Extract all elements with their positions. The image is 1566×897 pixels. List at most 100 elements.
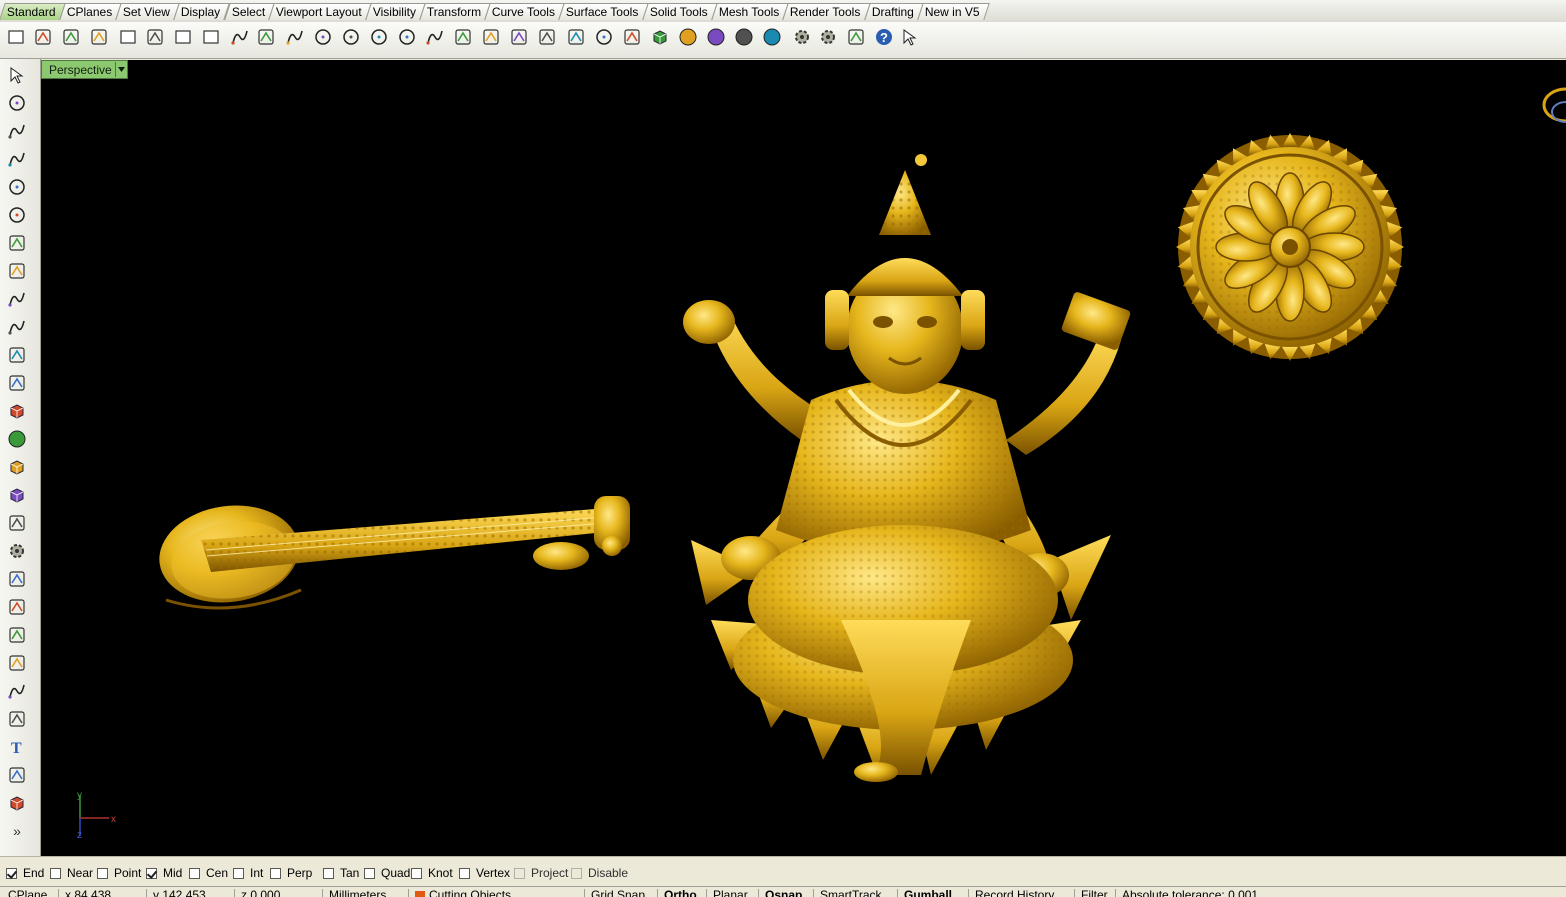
lotus-medallion-model[interactable]: [1176, 133, 1404, 361]
tab-display[interactable]: Display: [173, 3, 231, 20]
osnap-end-checkbox[interactable]: End: [6, 866, 44, 880]
undo-view-icon[interactable]: [423, 25, 447, 49]
paste-icon[interactable]: [199, 25, 223, 49]
spheres-icon[interactable]: [5, 427, 29, 451]
cylinder-icon[interactable]: [5, 455, 29, 479]
block-icon[interactable]: [5, 791, 29, 815]
more-icon[interactable]: »: [5, 819, 29, 843]
help-icon[interactable]: ?: [872, 25, 896, 49]
shaded-sphere-icon[interactable]: [732, 25, 756, 49]
split-icon[interactable]: [5, 595, 29, 619]
select-arrow-icon[interactable]: [5, 63, 29, 87]
tab-select[interactable]: Select: [223, 3, 275, 20]
move-icon[interactable]: [564, 25, 588, 49]
curve-icon[interactable]: [5, 147, 29, 171]
tab-drafting[interactable]: Drafting: [863, 3, 924, 20]
car-icon[interactable]: [479, 25, 503, 49]
rotate-icon[interactable]: [5, 679, 29, 703]
rotate-view-icon[interactable]: [283, 25, 307, 49]
osnap-tan-checkbox[interactable]: Tan: [323, 866, 359, 880]
surface-edit-icon[interactable]: [5, 371, 29, 395]
lock-icon[interactable]: [620, 25, 644, 49]
light-icon[interactable]: [592, 25, 616, 49]
new-file-icon[interactable]: [4, 25, 28, 49]
text-icon[interactable]: T: [5, 735, 29, 759]
save-icon[interactable]: [59, 25, 83, 49]
osnap-quad-checkbox[interactable]: Quad: [364, 866, 410, 880]
tab-new-in-v5[interactable]: New in V5: [916, 3, 990, 20]
tab-solid-tools[interactable]: Solid Tools: [642, 3, 718, 20]
viewport-menu-arrow-icon[interactable]: [115, 62, 127, 77]
osnap-bar: End Near Point Mid Cen Int Perp Tan Quad Knot Vert…: [0, 856, 1566, 887]
wireframe-sphere-icon[interactable]: [704, 25, 728, 49]
chevron-double-right-icon: »: [13, 823, 21, 839]
axis-y-label: y: [77, 790, 82, 801]
transform-icon[interactable]: [5, 511, 29, 535]
options-gear-icon[interactable]: [816, 25, 840, 49]
tab-label: Drafting: [871, 5, 914, 19]
osnap-int-checkbox[interactable]: Int: [233, 866, 263, 880]
arc-icon[interactable]: [5, 287, 29, 311]
tab-visibility[interactable]: Visibility: [365, 3, 426, 20]
tab-render-tools[interactable]: Render Tools: [782, 3, 871, 20]
pan-hand-icon[interactable]: [254, 25, 278, 49]
tab-standard[interactable]: Standard: [0, 3, 66, 20]
ellipse-icon[interactable]: [5, 203, 29, 227]
zoom-icon[interactable]: [311, 25, 335, 49]
boolean-icon[interactable]: [5, 623, 29, 647]
group-icon[interactable]: [5, 651, 29, 675]
rendered-sphere-icon[interactable]: [760, 25, 784, 49]
cut-icon[interactable]: [143, 25, 167, 49]
zoom-extents-icon[interactable]: [367, 25, 391, 49]
polyline-icon[interactable]: [5, 119, 29, 143]
box-solid-icon[interactable]: [5, 399, 29, 423]
point-icon[interactable]: [5, 91, 29, 115]
tab-set-view[interactable]: Set View: [115, 3, 180, 20]
snap-icon[interactable]: [844, 25, 868, 49]
trim-icon[interactable]: [5, 567, 29, 591]
open-file-icon[interactable]: [31, 25, 55, 49]
layer-icon[interactable]: [648, 25, 672, 49]
tab-mesh-tools[interactable]: Mesh Tools: [710, 3, 789, 20]
copy-icon[interactable]: [171, 25, 195, 49]
explode-icon[interactable]: [5, 539, 29, 563]
cursor-help-icon[interactable]: [898, 25, 922, 49]
osnap-knot-checkbox[interactable]: Knot: [411, 866, 453, 880]
osnap-vertex-checkbox[interactable]: Vertex: [459, 866, 510, 880]
offscreen-ring-model[interactable]: [1542, 87, 1566, 123]
tab-transform[interactable]: Transform: [419, 3, 491, 20]
viewport-title-tab[interactable]: Perspective: [41, 60, 128, 79]
surface-icon[interactable]: [5, 343, 29, 367]
zoom-selected-icon[interactable]: [395, 25, 419, 49]
cplane-icon[interactable]: [535, 25, 559, 49]
camera-icon[interactable]: [507, 25, 531, 49]
rectangle-icon[interactable]: [5, 259, 29, 283]
zoom-window-icon[interactable]: [339, 25, 363, 49]
array-icon[interactable]: [5, 707, 29, 731]
tools-icon[interactable]: [790, 25, 814, 49]
osnap-label: Mid: [163, 866, 183, 880]
four-viewports-icon[interactable]: [451, 25, 475, 49]
fillet-curve-icon[interactable]: [5, 315, 29, 339]
osnap-point-checkbox[interactable]: Point: [97, 866, 141, 880]
circle-icon[interactable]: [5, 175, 29, 199]
perspective-viewport[interactable]: y x z Perspective: [41, 60, 1566, 856]
osnap-near-checkbox[interactable]: Near: [50, 866, 93, 880]
svg-text:T: T: [11, 740, 22, 757]
mesh-icon[interactable]: [5, 483, 29, 507]
undo-icon[interactable]: [228, 25, 252, 49]
polygon-icon[interactable]: [5, 231, 29, 255]
dimension-icon[interactable]: [5, 763, 29, 787]
tab-viewport-layout[interactable]: Viewport Layout: [268, 3, 372, 20]
veena-model[interactable]: [153, 496, 630, 611]
color-wheel-icon[interactable]: [676, 25, 700, 49]
import-icon[interactable]: [116, 25, 140, 49]
osnap-cen-checkbox[interactable]: Cen: [189, 866, 228, 880]
tab-surface-tools[interactable]: Surface Tools: [558, 3, 649, 20]
print-icon[interactable]: [87, 25, 111, 49]
osnap-mid-checkbox[interactable]: Mid: [146, 866, 182, 880]
osnap-perp-checkbox[interactable]: Perp: [270, 866, 312, 880]
tab-cplanes[interactable]: CPlanes: [58, 3, 122, 20]
tab-label: Set View: [122, 5, 171, 19]
tab-curve-tools[interactable]: Curve Tools: [484, 3, 566, 20]
